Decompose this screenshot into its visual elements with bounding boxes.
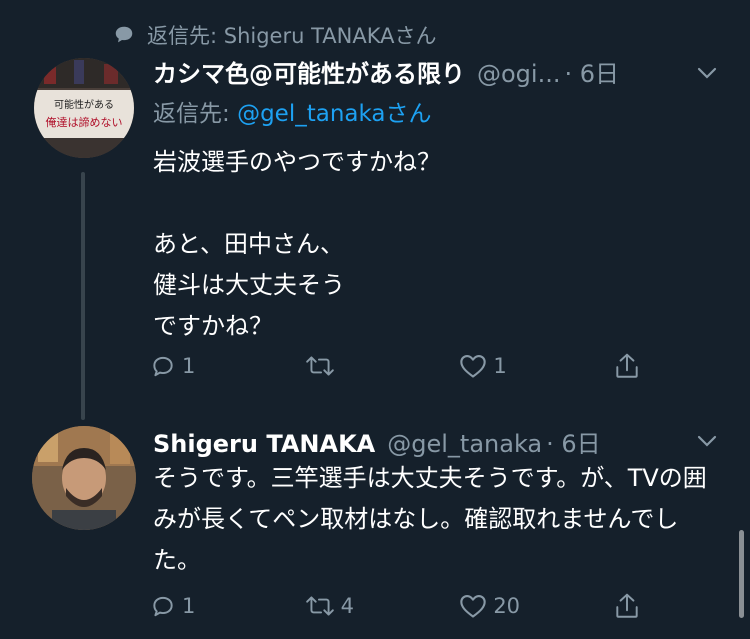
display-name[interactable]: カシマ色@可能性がある限り: [153, 54, 465, 89]
reply-context: 返信先: Shigeru TANAKAさん: [113, 20, 437, 50]
share-icon: [616, 593, 638, 618]
reply-context-text: 返信先: Shigeru TANAKAさん: [147, 24, 437, 48]
retweet-count: 4: [340, 594, 355, 618]
like-icon: [460, 595, 487, 618]
like-button[interactable]: 1: [459, 353, 539, 379]
retweet-button[interactable]: [305, 353, 385, 379]
handle[interactable]: @ogi...: [477, 60, 560, 88]
tweet-text: そうです。三竿選手は大丈夫そうです。が、TVの囲みが長くてペン取材はなし。確認取…: [153, 464, 707, 574]
chevron-down-icon[interactable]: [697, 434, 717, 448]
handle[interactable]: @gel_tanaka: [387, 430, 542, 458]
like-count: 20: [493, 594, 521, 618]
avatar-banner-text-1: 可能性がある: [54, 98, 114, 111]
reply-to: 返信先: @gel_tanakaさん: [153, 94, 432, 128]
avatar[interactable]: [32, 426, 136, 530]
share-icon: [616, 353, 638, 378]
reply-count: 1: [182, 594, 196, 618]
reply-to-handle[interactable]: @gel_tanaka: [237, 101, 385, 127]
like-icon: [460, 355, 487, 378]
like-count: 1: [493, 354, 507, 378]
retweet-icon: [305, 596, 334, 616]
display-name[interactable]: Shigeru TANAKA: [153, 430, 375, 458]
reply-button[interactable]: 1: [150, 353, 230, 379]
retweet-button[interactable]: 4: [305, 593, 385, 619]
thread-line: [81, 172, 85, 420]
avatar-image: [32, 426, 136, 530]
chevron-down-icon[interactable]: [697, 66, 717, 80]
action-bar: 1 1: [150, 352, 640, 380]
share-button[interactable]: [614, 592, 640, 620]
tweet-header: カシマ色@可能性がある限り @ogi... · 6日: [153, 54, 619, 89]
tweet-text: 岩波選手のやつですかね？ あと、田中さん、 健斗は大丈夫そう ですかね？: [153, 148, 441, 340]
reply-button[interactable]: 1: [150, 593, 230, 619]
reply-icon: [153, 596, 173, 617]
share-button[interactable]: [614, 352, 640, 380]
timestamp[interactable]: · 6日: [546, 424, 601, 459]
timestamp[interactable]: · 6日: [564, 54, 619, 89]
reply-icon: [153, 356, 173, 377]
action-bar: 1 4 20: [150, 592, 640, 620]
avatar-image: 可能性がある 俺達は諦めない: [34, 58, 134, 158]
reply-to-suffix: さん: [385, 101, 432, 127]
avatar-banner-text-2: 俺達は諦めない: [46, 115, 123, 129]
scrollbar[interactable]: [739, 530, 744, 618]
speech-bubble-icon: [115, 26, 133, 43]
like-button[interactable]: 20: [459, 593, 539, 619]
avatar[interactable]: 可能性がある 俺達は諦めない: [34, 58, 134, 158]
reply-count: 1: [182, 354, 196, 378]
retweet-icon: [305, 356, 334, 376]
tweet-header: Shigeru TANAKA @gel_tanaka · 6日: [153, 424, 601, 459]
reply-to-prefix: 返信先:: [153, 101, 238, 127]
